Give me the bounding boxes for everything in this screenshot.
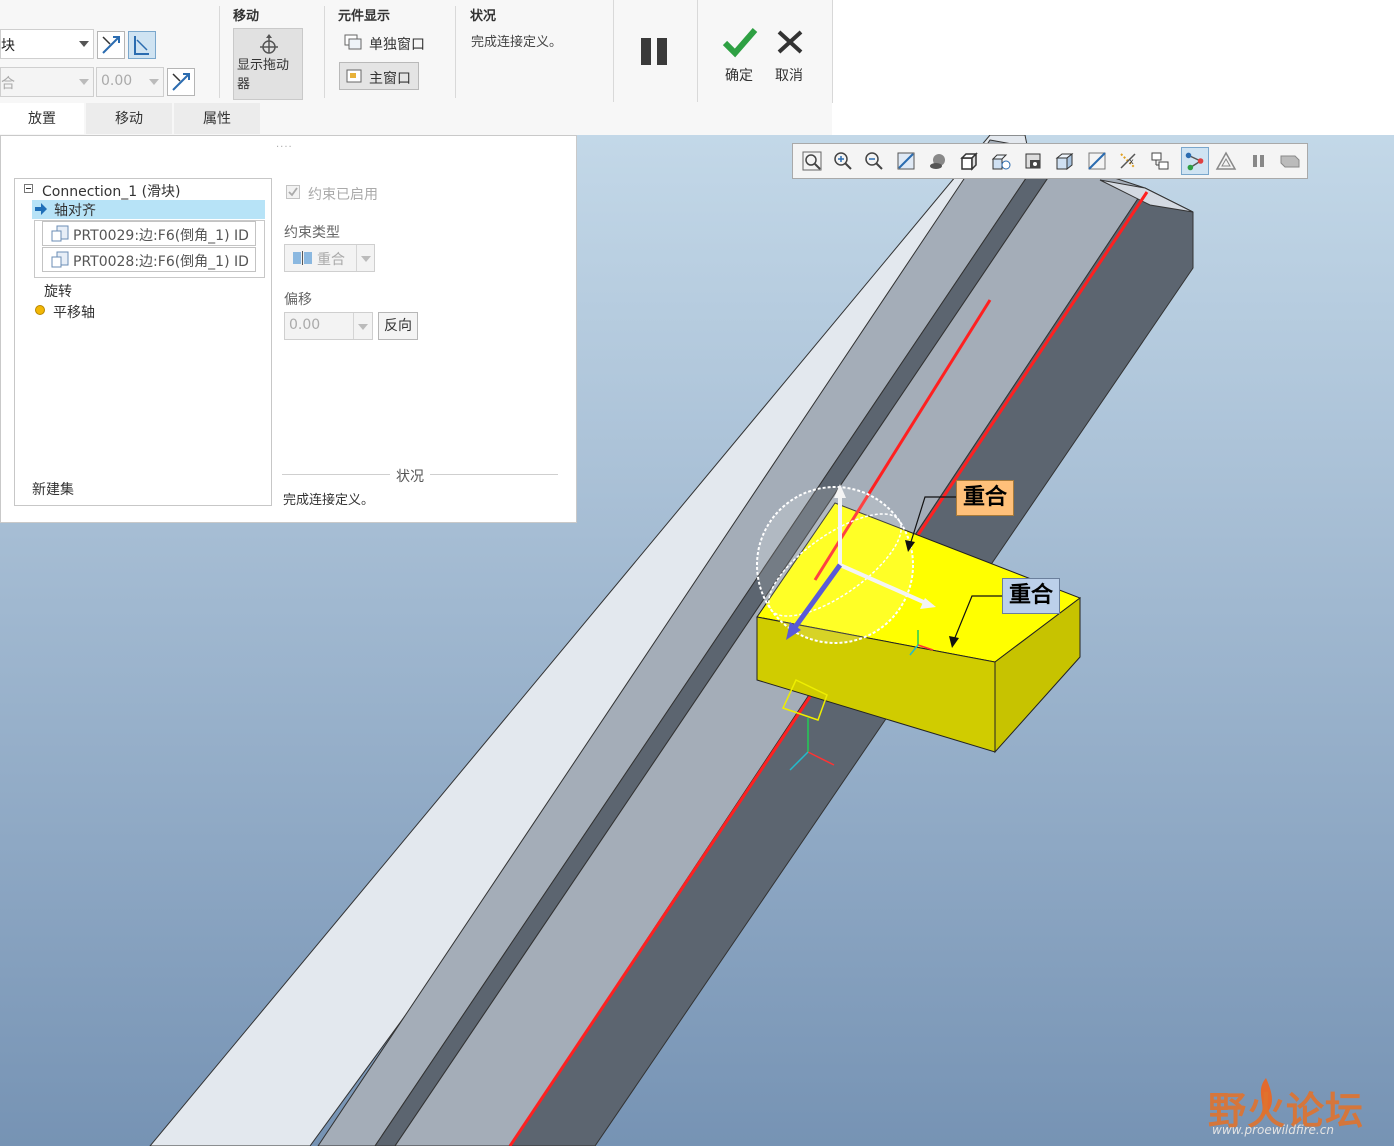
reference-text: PRT0028:边:F6(倒角_1) ID — [73, 254, 249, 270]
offset-value: 0.00 — [289, 317, 321, 333]
annotation-display-icon[interactable]: x — [1117, 150, 1139, 172]
main-window-icon — [346, 69, 362, 83]
separate-window-button[interactable]: 单独窗口 — [340, 30, 436, 56]
cancel-label: 取消 — [775, 68, 803, 84]
flip-button[interactable]: 反向 — [378, 312, 418, 340]
mechanism-display-icon[interactable] — [1181, 147, 1209, 175]
part-icon — [51, 225, 69, 242]
pause-icon — [641, 38, 667, 65]
panel-grip-icon[interactable]: ···· — [276, 142, 293, 153]
group-title-component-display: 元件显示 — [338, 9, 391, 24]
reference-item[interactable]: PRT0028:边:F6(倒角_1) ID — [42, 247, 256, 272]
offset-combo-value: 0.00 — [101, 73, 133, 89]
offset-combo[interactable]: 0.00 — [96, 67, 164, 97]
tree-rotation-node[interactable]: 旋转 — [44, 281, 72, 301]
ribbon-separator — [613, 0, 614, 102]
constraint-type-label: 约束类型 — [284, 225, 340, 241]
zoom-in-icon[interactable] — [832, 150, 854, 172]
view-toolbar: x — [792, 143, 1308, 179]
cancel-button[interactable]: 取消 — [770, 26, 810, 86]
separate-window-label: 单独窗口 — [369, 37, 425, 53]
new-set-link[interactable]: 新建集 — [32, 479, 74, 499]
ribbon-separator — [219, 6, 220, 98]
tree-translation-axis-node[interactable]: 平移轴 — [53, 302, 95, 322]
part-icon — [51, 251, 69, 268]
refit-icon[interactable] — [801, 150, 823, 172]
display-style-icon[interactable] — [927, 150, 949, 172]
panel-status-heading: 状况 — [396, 469, 424, 485]
tab-move[interactable]: 移动 — [86, 103, 172, 134]
repaint-icon[interactable] — [895, 150, 917, 172]
constraint-combo-value: 合 — [1, 76, 15, 92]
separate-window-icon — [344, 34, 362, 50]
ribbon-separator — [324, 6, 325, 98]
main-window-button[interactable]: 主窗口 — [339, 62, 419, 90]
connection-type-combo[interactable]: 块 — [0, 29, 94, 59]
flip-direction-button[interactable] — [97, 31, 125, 59]
flip-icon — [102, 36, 120, 54]
snapshot-icon[interactable] — [1215, 150, 1237, 172]
close-icon — [777, 30, 803, 54]
ok-label: 确定 — [725, 68, 753, 84]
offset-label: 偏移 — [284, 292, 312, 308]
offset-flip-button[interactable] — [167, 68, 195, 96]
constraint-callout-1[interactable]: 重合 — [956, 480, 1015, 516]
ribbon-status-text: 完成连接定义。 — [471, 35, 563, 50]
constraint-type-value: 重合 — [317, 252, 345, 268]
flip-icon — [172, 73, 190, 91]
coincident-icon — [293, 251, 312, 265]
ok-button[interactable]: 确定 — [718, 26, 762, 86]
status-divider-right — [430, 474, 558, 475]
offset-input[interactable]: 0.00 — [284, 312, 373, 340]
section-icon[interactable] — [1054, 150, 1076, 172]
dragger-sphere — [756, 486, 914, 644]
ribbon-separator — [697, 0, 698, 102]
watermark-url: www.proewildfire.cn — [1212, 1123, 1334, 1137]
checkmark-icon — [722, 28, 758, 58]
reference-item[interactable]: PRT0029:边:F6(倒角_1) ID — [42, 221, 256, 246]
view-manager-icon[interactable] — [990, 150, 1012, 172]
connection-type-value: 块 — [1, 38, 15, 54]
status-dot-icon — [35, 305, 45, 315]
tree-collapse-icon[interactable] — [24, 184, 33, 193]
constraint-combo[interactable]: 合 — [0, 67, 94, 97]
panel-status-text: 完成连接定义。 — [283, 493, 375, 508]
zoom-out-icon[interactable] — [863, 150, 885, 172]
chevron-down-icon — [358, 324, 368, 330]
group-title-status: 状况 — [470, 9, 497, 24]
tab-properties[interactable]: 属性 — [174, 103, 260, 134]
constraint-enabled-checkbox[interactable] — [286, 185, 300, 199]
reference-icon — [134, 36, 149, 55]
ribbon-separator — [455, 6, 456, 98]
chevron-down-icon — [79, 41, 89, 47]
main-window-label: 主窗口 — [369, 71, 411, 87]
reference-toggle-button[interactable] — [128, 31, 156, 59]
pause-icon[interactable] — [1247, 150, 1269, 172]
constraint-enabled-label: 约束已启用 — [308, 187, 378, 203]
group-title-move: 移动 — [233, 9, 260, 24]
arrow-right-icon — [35, 203, 47, 215]
tab-placement[interactable]: 放置 — [0, 103, 84, 134]
reference-text: PRT0029:边:F6(倒角_1) ID — [73, 228, 249, 244]
constraint-callout-2[interactable]: 重合 — [1002, 578, 1061, 614]
status-divider-left — [282, 474, 390, 475]
saved-views-icon[interactable] — [958, 150, 980, 172]
pause-button[interactable] — [634, 32, 676, 72]
show-drag-button[interactable]: 显示拖动器 — [233, 28, 303, 100]
chevron-down-icon — [149, 79, 159, 85]
dragger-icon — [260, 34, 278, 54]
tree-connection-node[interactable]: Connection_1 (滑块) — [42, 181, 181, 201]
spin-center-icon[interactable] — [1149, 150, 1171, 172]
perspective-icon[interactable] — [1022, 150, 1044, 172]
svg-text:x: x — [1129, 157, 1134, 166]
checkmark-icon — [288, 187, 298, 197]
tree-axis-align-label: 轴对齐 — [54, 203, 96, 219]
show-drag-label: 显示拖动器 — [237, 58, 290, 92]
chevron-down-icon — [79, 79, 89, 85]
constraint-type-select[interactable]: 重合 — [284, 244, 375, 272]
chevron-down-icon — [361, 256, 371, 262]
datum-display-icon[interactable] — [1086, 150, 1108, 172]
animation-icon[interactable] — [1279, 150, 1301, 172]
